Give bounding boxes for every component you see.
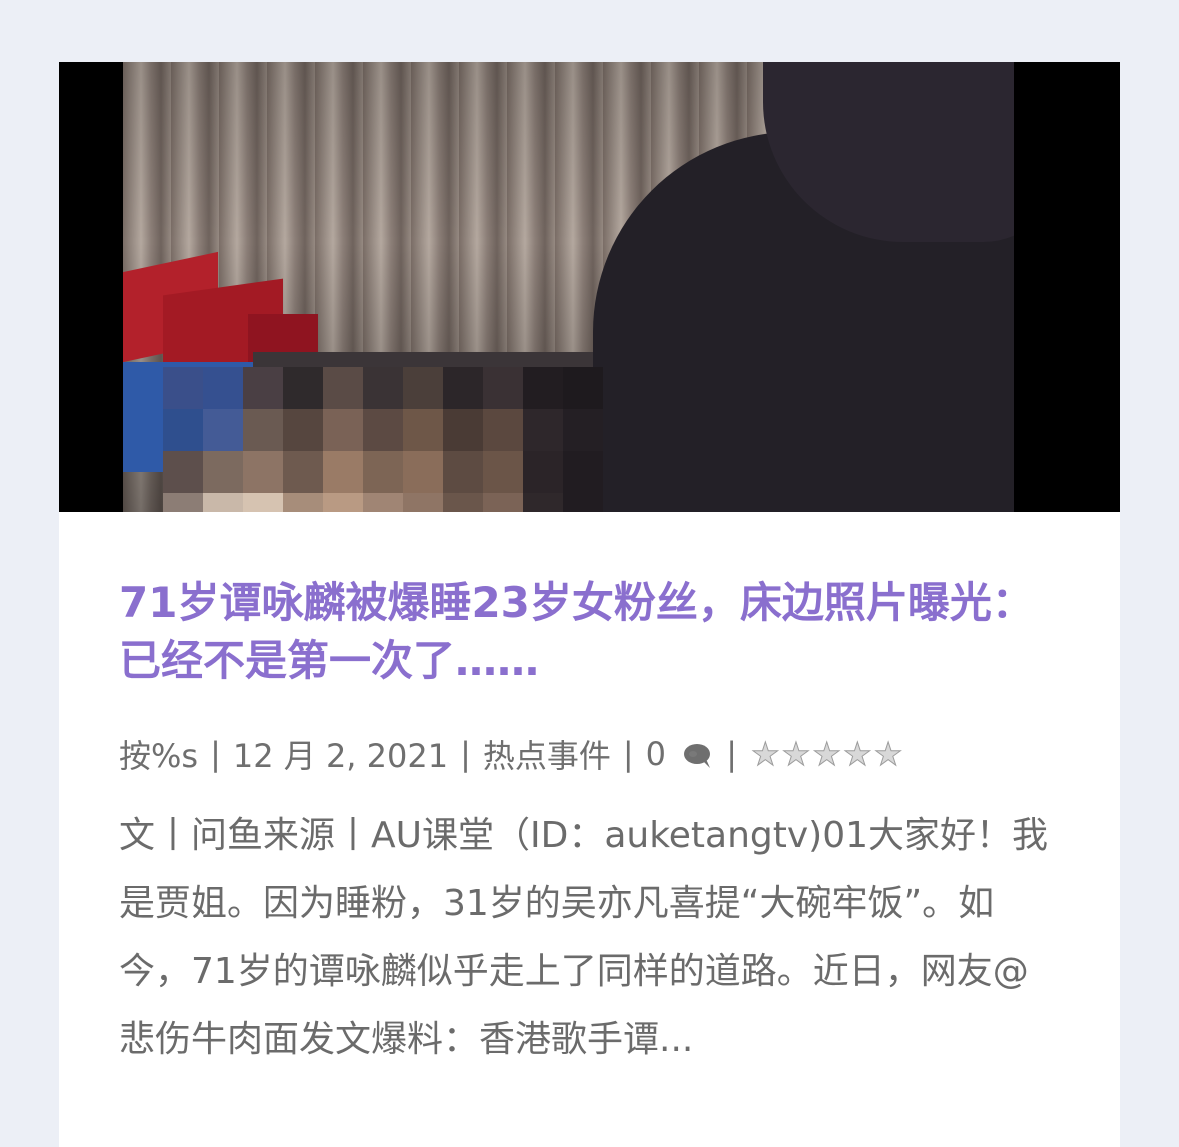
star-icon: ★ xyxy=(812,735,842,773)
comment-count: 0 xyxy=(645,735,667,773)
post-thumbnail[interactable] xyxy=(59,62,1120,512)
meta-separator: | xyxy=(622,735,634,773)
star-icon: ★ xyxy=(843,735,873,773)
thumbnail-image xyxy=(123,62,1014,512)
post-author[interactable]: 按%s xyxy=(119,731,198,777)
post-card: 71岁谭咏麟被爆睡23岁女粉丝，床边照片曝光：已经不是第一次了…… 按%s | … xyxy=(59,62,1120,1147)
star-icon: ★ xyxy=(750,735,780,773)
post-meta: 按%s | 12 月 2, 2021 | 热点事件 | 0 | ★ ★ ★ ★ … xyxy=(119,731,903,777)
post-excerpt: 文丨问鱼来源丨AU课堂（ID：auketangtv)01大家好！我是贾姐。因为睡… xyxy=(119,815,1049,1060)
post-category[interactable]: 热点事件 xyxy=(483,731,611,777)
star-icon: ★ xyxy=(781,735,811,773)
post-title[interactable]: 71岁谭咏麟被爆睡23岁女粉丝，床边照片曝光：已经不是第一次了…… xyxy=(119,574,1059,690)
meta-separator: | xyxy=(460,735,471,773)
meta-separator: | xyxy=(210,735,221,773)
comment-link[interactable]: 0 xyxy=(646,735,715,773)
star-icon: ★ xyxy=(873,735,903,773)
rating-stars: ★ ★ ★ ★ ★ xyxy=(750,735,903,773)
pixelated-censor-area xyxy=(163,367,603,512)
meta-separator: | xyxy=(726,735,737,773)
comment-bubble-icon xyxy=(684,744,711,768)
post-date: 12 月 2, 2021 xyxy=(232,737,449,775)
